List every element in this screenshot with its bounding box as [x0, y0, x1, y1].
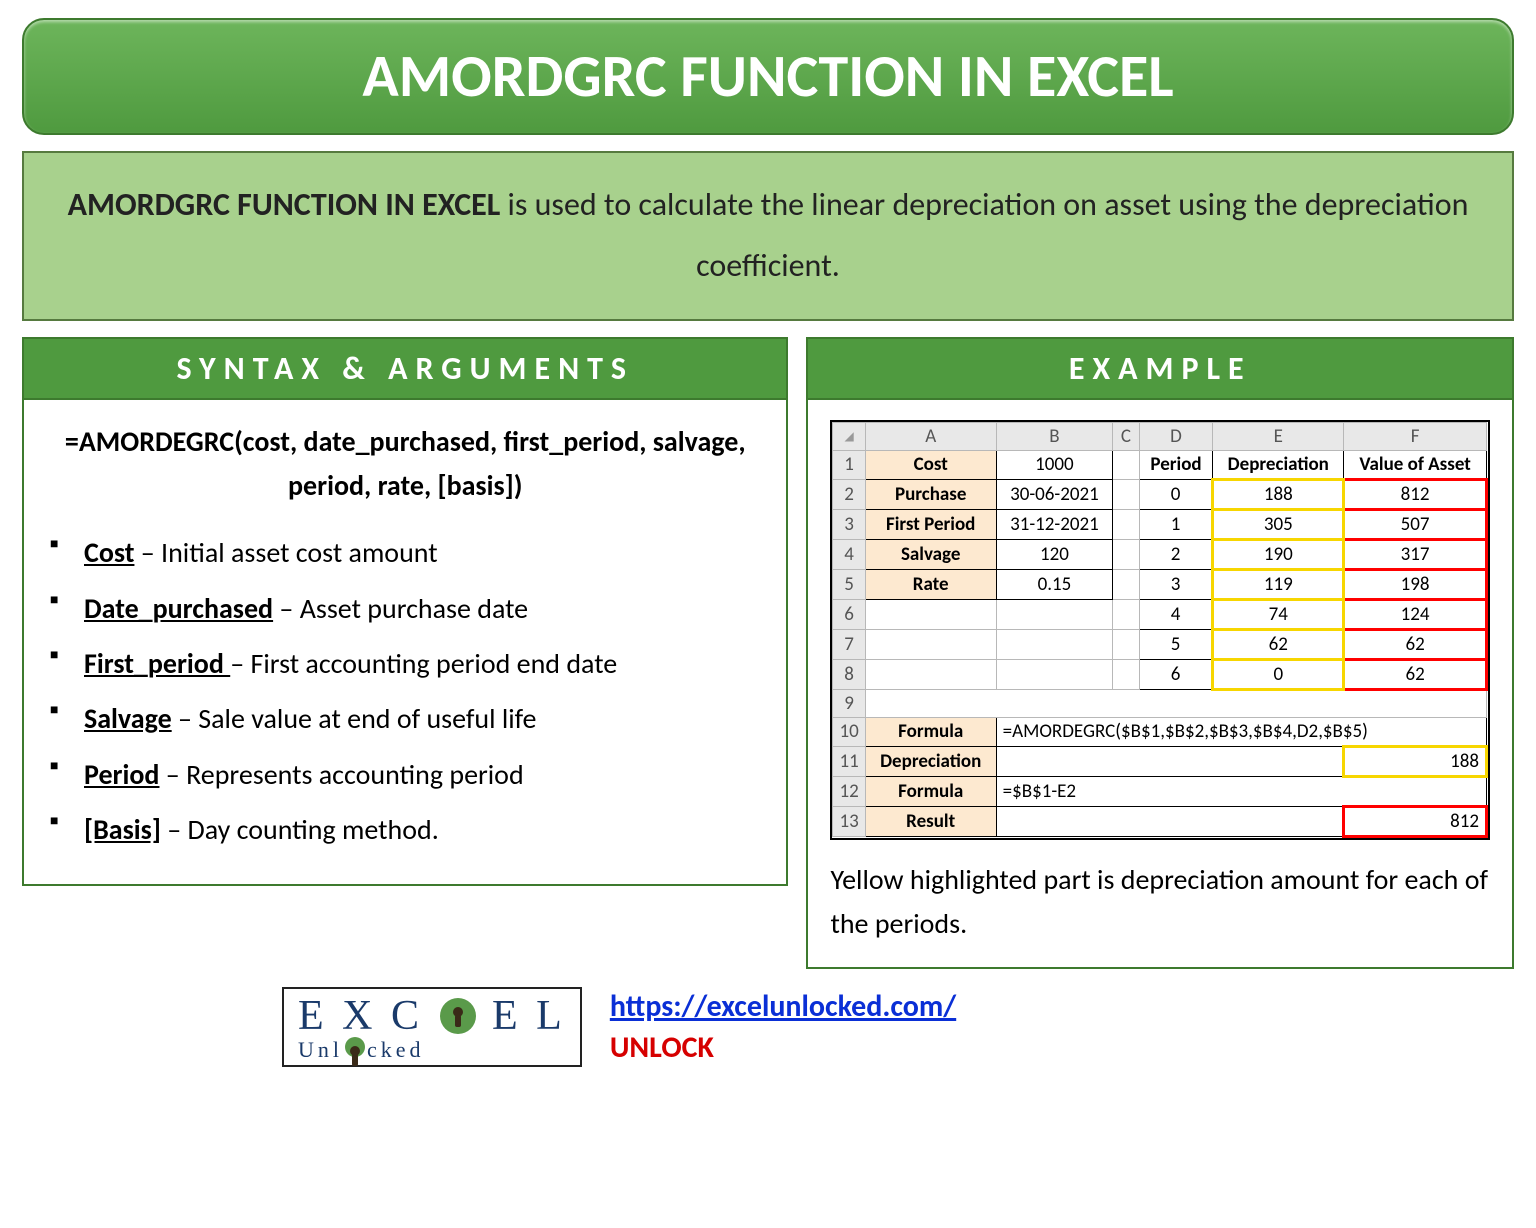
- period-4: 4: [1139, 599, 1213, 629]
- col-a: A: [865, 422, 996, 450]
- syntax-panel: =AMORDEGRC(cost, date_purchased, first_p…: [22, 400, 788, 886]
- col-d: D: [1139, 422, 1213, 450]
- dep-3: 119: [1213, 569, 1344, 599]
- example-column: EXAMPLE ◢ A B C D E F 1 Cost: [806, 337, 1514, 970]
- row-3: 3: [833, 509, 865, 539]
- dep-4: 74: [1213, 599, 1344, 629]
- example-heading: EXAMPLE: [806, 337, 1514, 400]
- result-value: 812: [1344, 806, 1487, 836]
- result-pad: [996, 806, 1344, 836]
- spreadsheet: ◢ A B C D E F 1 Cost 1000 Period: [830, 420, 1490, 840]
- arg-cost: Cost – Initial asset cost amount: [50, 531, 764, 574]
- description-box: AMORDGRC FUNCTION IN EXCEL is used to ca…: [22, 151, 1514, 321]
- col-e: E: [1213, 422, 1344, 450]
- va-5: 62: [1344, 629, 1487, 659]
- value-salvage: 120: [996, 539, 1113, 569]
- label-period: Period: [1139, 450, 1213, 479]
- dep-5: 62: [1213, 629, 1344, 659]
- label-depreciation: Depreciation: [1213, 450, 1344, 479]
- period-3: 3: [1139, 569, 1213, 599]
- label-cost: Cost: [865, 450, 996, 479]
- website-link[interactable]: https://excelunlocked.com/: [610, 988, 956, 1025]
- blank: [1113, 450, 1140, 479]
- va-0: 812: [1344, 479, 1487, 509]
- example-panel: ◢ A B C D E F 1 Cost 1000 Period: [806, 400, 1514, 970]
- keyhole-icon-small: [345, 1037, 365, 1057]
- corner-cell: ◢: [833, 422, 865, 450]
- page-title: AMORDGRC FUNCTION IN EXCEL: [22, 18, 1514, 135]
- syntax-formula: =AMORDEGRC(cost, date_purchased, first_p…: [46, 420, 764, 510]
- value-purchase: 30-06-2021: [996, 479, 1113, 509]
- logo-line-1: E X C E L: [298, 995, 566, 1037]
- syntax-column: SYNTAX & ARGUMENTS =AMORDEGRC(cost, date…: [22, 337, 788, 970]
- label-purchase: Purchase: [865, 479, 996, 509]
- period-5: 5: [1139, 629, 1213, 659]
- label-result: Result: [865, 806, 996, 836]
- row-1: 1: [833, 450, 865, 479]
- dep-result: 188: [1344, 746, 1487, 776]
- description-bold: AMORDGRC FUNCTION IN EXCEL: [68, 185, 501, 224]
- va-6: 62: [1344, 659, 1487, 689]
- label-salvage: Salvage: [865, 539, 996, 569]
- value-first-period: 31-12-2021: [996, 509, 1113, 539]
- row-10: 10: [833, 717, 865, 746]
- arg-first-period: First_period – First accounting period e…: [50, 642, 764, 685]
- row-8: 8: [833, 659, 865, 689]
- label-formula-1: Formula: [865, 717, 996, 746]
- spreadsheet-table: ◢ A B C D E F 1 Cost 1000 Period: [832, 422, 1488, 838]
- period-0: 0: [1139, 479, 1213, 509]
- row-6: 6: [833, 599, 865, 629]
- formula-2: =$B$1-E2: [996, 776, 1486, 806]
- formula-1: =AMORDEGRC($B$1,$B$2,$B$3,$B$4,D2,$B$5): [996, 717, 1486, 746]
- period-1: 1: [1139, 509, 1213, 539]
- period-6: 6: [1139, 659, 1213, 689]
- row-5: 5: [833, 569, 865, 599]
- label-rate: Rate: [865, 569, 996, 599]
- arg-salvage: Salvage – Sale value at end of useful li…: [50, 697, 764, 740]
- va-1: 507: [1344, 509, 1487, 539]
- dep-1: 305: [1213, 509, 1344, 539]
- label-depreciation-row: Depreciation: [865, 746, 996, 776]
- label-formula-2: Formula: [865, 776, 996, 806]
- row-13: 13: [833, 806, 865, 836]
- syntax-heading: SYNTAX & ARGUMENTS: [22, 337, 788, 400]
- row-4: 4: [833, 539, 865, 569]
- va-4: 124: [1344, 599, 1487, 629]
- arg-period: Period – Represents accounting period: [50, 753, 764, 796]
- col-f: F: [1344, 422, 1487, 450]
- label-value-of-asset: Value of Asset: [1344, 450, 1487, 479]
- value-rate: 0.15: [996, 569, 1113, 599]
- arg-date-purchased: Date_purchased – Asset purchase date: [50, 587, 764, 630]
- row-7: 7: [833, 629, 865, 659]
- period-2: 2: [1139, 539, 1213, 569]
- va-3: 198: [1344, 569, 1487, 599]
- footer-links: https://excelunlocked.com/ UNLOCK: [610, 988, 956, 1066]
- argument-list: Cost – Initial asset cost amount Date_pu…: [46, 531, 764, 851]
- footer: E X C E L Unlcked https://excelunlocked.…: [22, 987, 1514, 1067]
- dep-0: 188: [1213, 479, 1344, 509]
- dep-6: 0: [1213, 659, 1344, 689]
- keyhole-icon: [440, 998, 476, 1034]
- logo-line-2: Unlcked: [298, 1037, 566, 1061]
- unlock-text: UNLOCK: [610, 1029, 956, 1066]
- col-b: B: [996, 422, 1113, 450]
- row-11: 11: [833, 746, 865, 776]
- example-note: Yellow highlighted part is depreciation …: [830, 858, 1490, 948]
- dep-result-pad: [996, 746, 1344, 776]
- dep-2: 190: [1213, 539, 1344, 569]
- va-2: 317: [1344, 539, 1487, 569]
- row-12: 12: [833, 776, 865, 806]
- arg-basis: [Basis] – Day counting method.: [50, 808, 764, 851]
- row-9: 9: [833, 689, 865, 717]
- col-c: C: [1113, 422, 1140, 450]
- logo: E X C E L Unlcked: [282, 987, 582, 1067]
- value-cost: 1000: [996, 450, 1113, 479]
- description-text: is used to calculate the linear deprecia…: [500, 185, 1468, 285]
- row-2: 2: [833, 479, 865, 509]
- label-first-period: First Period: [865, 509, 996, 539]
